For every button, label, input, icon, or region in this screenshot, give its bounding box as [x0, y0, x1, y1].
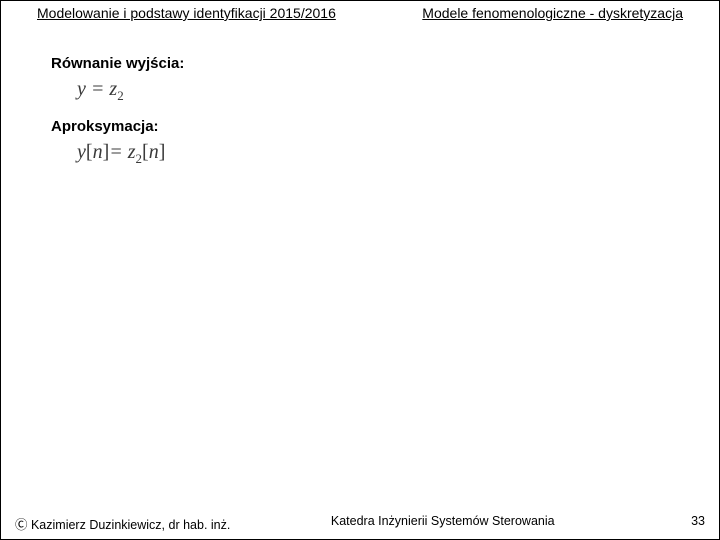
slide-footer: Ⓒ Kazimierz Duzinkiewicz, dr hab. inż. K… — [1, 514, 719, 533]
eq-var-y: y — [77, 141, 86, 163]
slide-content: Równanie wyjścia: y = z2 Aproksymacja: y… — [1, 23, 719, 167]
eq-subscript-2: 2 — [117, 88, 124, 103]
equation-approximation: y[n]= z2[n] — [77, 141, 669, 167]
footer-department: Katedra Inżynierii Systemów Sterowania — [212, 514, 673, 533]
header-course-title: Modelowanie i podstawy identyfikacji 201… — [37, 5, 336, 21]
footer-page-number: 33 — [691, 514, 705, 533]
slide-header: Modelowanie i podstawy identyfikacji 201… — [1, 1, 719, 23]
eq-bracket-open: [ — [142, 141, 149, 163]
eq-bracket-close: ] — [159, 141, 166, 163]
eq-equals: = — [86, 78, 110, 100]
eq-bracket-open: [ — [86, 141, 93, 163]
heading-output-equation: Równanie wyjścia: — [51, 55, 669, 72]
eq-var-y: y — [77, 78, 86, 100]
header-topic-title: Modele fenomenologiczne - dyskretyzacja — [422, 5, 683, 21]
eq-var-z: z — [128, 141, 136, 163]
eq-var-n: n — [149, 141, 159, 163]
heading-approximation: Aproksymacja: — [51, 118, 669, 135]
equation-output: y = z2 — [77, 78, 669, 104]
eq-equals: = — [109, 141, 128, 163]
eq-var-n: n — [93, 141, 103, 163]
footer-author: Ⓒ Kazimierz Duzinkiewicz, dr hab. inż. — [15, 514, 230, 533]
